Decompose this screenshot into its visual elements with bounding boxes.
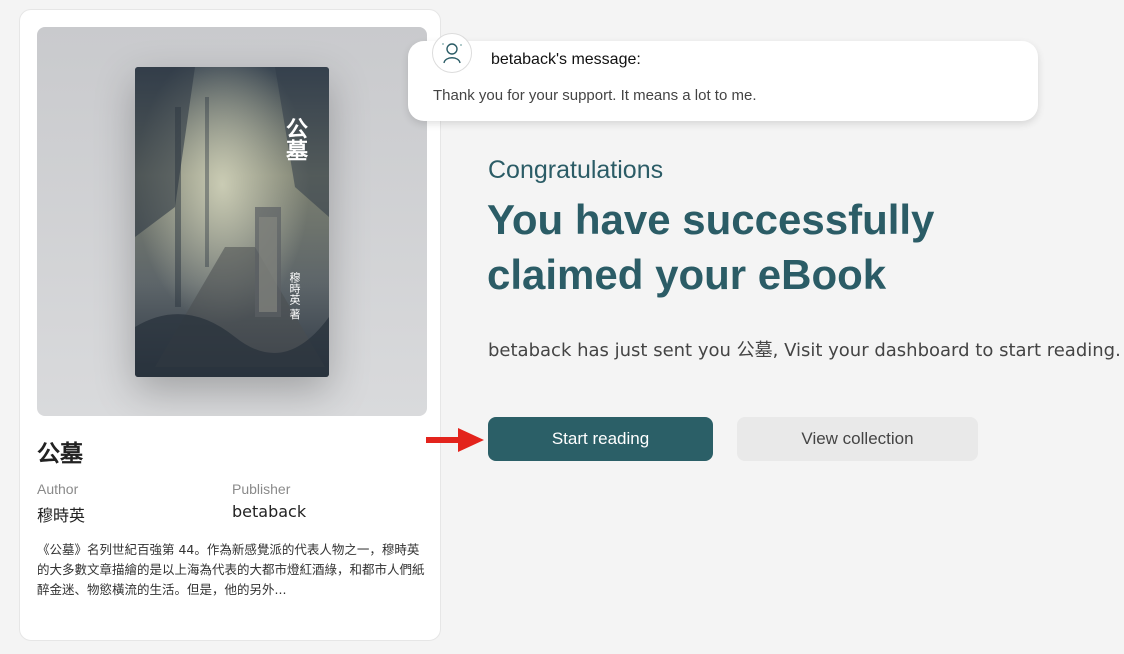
pointer-arrow-icon — [426, 428, 484, 452]
publisher-label: Publisher — [232, 481, 291, 497]
message-sender: betaback's message: — [491, 51, 641, 68]
cover-title-text: 公墓 — [282, 117, 307, 161]
publisher-message-bubble: betaback's message: Thank you for your s… — [408, 41, 1038, 121]
congrats-label: Congratulations — [488, 156, 664, 184]
cover-author-text: 穆時英 著 — [288, 272, 301, 320]
message-text: Thank you for your support. It means a l… — [433, 87, 757, 104]
view-collection-button[interactable]: View collection — [737, 417, 978, 461]
book-card: 公墓 穆時英 著 公墓 Author 穆時英 Publisher betabac… — [19, 9, 441, 641]
book-description: 《公墓》名列世紀百強第 44。作為新感覺派的代表人物之一，穆時英的大多數文章描繪… — [37, 542, 425, 597]
author-value: 穆時英 — [37, 506, 86, 525]
cover-frame: 公墓 穆時英 著 — [37, 27, 427, 416]
book-cover-image[interactable]: 公墓 穆時英 著 — [135, 67, 329, 377]
page-title: You have successfully claimed your eBook — [487, 196, 935, 298]
user-avatar-icon — [442, 43, 462, 64]
claim-description: betaback has just sent you 公墓, Visit you… — [488, 340, 1121, 361]
avatar — [432, 33, 472, 73]
author-label: Author — [37, 481, 79, 497]
book-title: 公墓 — [37, 441, 83, 467]
start-reading-button[interactable]: Start reading — [488, 417, 713, 461]
publisher-value: betaback — [232, 502, 307, 521]
